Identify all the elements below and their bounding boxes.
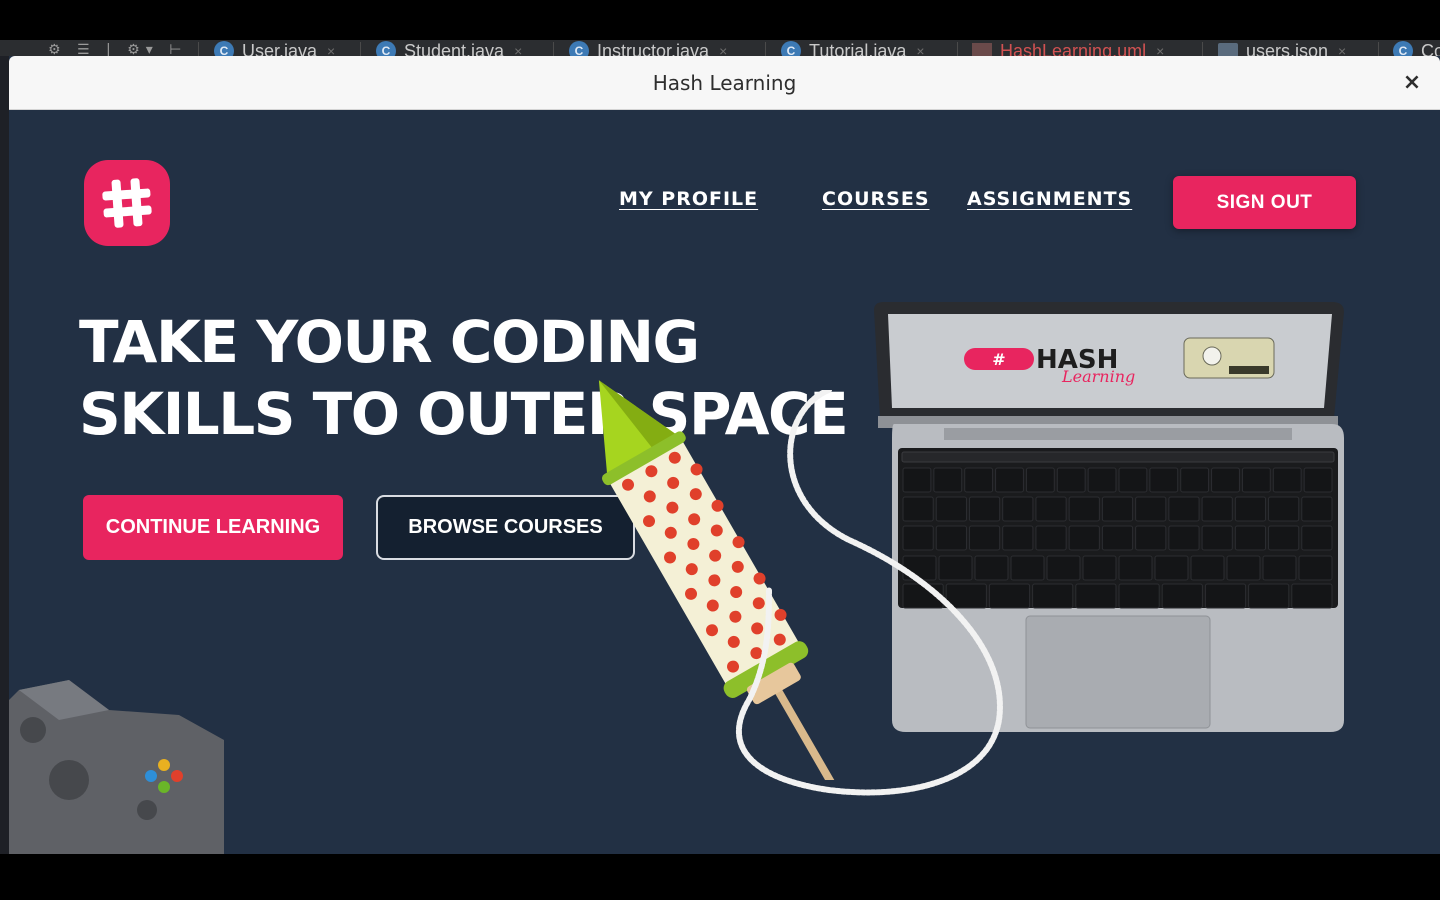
background-ide-edge (0, 56, 9, 856)
ide-tab-separator (957, 42, 958, 56)
ide-tab-separator (765, 42, 766, 56)
ide-tab-label: Instructor.java (597, 40, 710, 57)
close-icon[interactable]: × (327, 43, 335, 56)
hashtag-icon (102, 178, 152, 228)
ide-tab[interactable]: C Student.java × (376, 40, 522, 56)
class-icon: C (569, 41, 589, 56)
nav-my-profile[interactable]: MY PROFILE (619, 188, 758, 210)
landing-page: MY PROFILE COURSES ASSIGNMENTS SIGN OUT … (9, 110, 1440, 854)
window-title: Hash Learning (652, 71, 797, 95)
ide-tab-separator (360, 42, 361, 56)
ide-tab-label: Tutorial.java (809, 40, 907, 57)
class-icon: C (376, 41, 396, 56)
ide-tab[interactable]: C Instructor.java × (569, 40, 727, 56)
ide-tab[interactable]: C Tutorial.java × (781, 40, 925, 56)
continue-learning-button[interactable]: CONTINUE LEARNING (83, 495, 343, 560)
nav-courses[interactable]: COURSES (822, 188, 930, 210)
close-icon[interactable]: × (514, 43, 522, 56)
window-close-button[interactable]: × (1398, 69, 1426, 97)
ide-tab[interactable]: C User.java × (214, 40, 335, 56)
ide-tab-separator (1202, 42, 1203, 56)
ide-toolbar-icons: ⚙ ☰ | ⚙▾ ⊢ (48, 42, 188, 56)
window-titlebar: Hash Learning × (9, 56, 1440, 110)
class-icon: C (781, 41, 801, 56)
nav-assignments[interactable]: ASSIGNMENTS (967, 188, 1132, 210)
ide-tab-bar: ⚙ ☰ | ⚙▾ ⊢ C User.java × C Student.java … (0, 40, 1440, 56)
json-file-icon (1218, 43, 1238, 56)
ide-tab[interactable]: C Co (1393, 40, 1440, 56)
ide-tab-label: Co (1421, 40, 1440, 57)
close-icon[interactable]: × (719, 43, 727, 56)
close-icon[interactable]: × (1338, 43, 1346, 56)
gamepad-illustration (9, 680, 224, 854)
close-icon[interactable]: × (1156, 43, 1164, 56)
fuse-cord-illustration (735, 390, 1003, 796)
ide-tab[interactable]: HashLearning.uml × (972, 40, 1164, 56)
laptop-brand-script: Learning (1061, 367, 1135, 386)
ide-tab-separator (1378, 42, 1379, 56)
ide-tab[interactable]: users.json × (1218, 40, 1346, 56)
sign-out-button[interactable]: SIGN OUT (1173, 176, 1356, 229)
app-window: Hash Learning × MY PROFILE COURSES ASSIG… (9, 56, 1440, 854)
ide-tab-label: User.java (242, 40, 318, 57)
ide-tab-separator (553, 42, 554, 56)
ide-tab-label: HashLearning.uml (1000, 40, 1147, 57)
class-icon: C (214, 41, 234, 56)
close-icon[interactable]: × (916, 43, 924, 56)
ide-tab-label: Student.java (404, 40, 505, 57)
logo[interactable] (84, 160, 170, 246)
background-ide: ⚙ ☰ | ⚙▾ ⊢ C User.java × C Student.java … (0, 0, 1440, 56)
ide-tab-separator (198, 42, 199, 56)
svg-text:#: # (992, 350, 1005, 369)
ide-tab-label: users.json (1246, 40, 1329, 57)
class-icon: C (1393, 41, 1413, 56)
bottom-bar (0, 854, 1440, 900)
uml-icon (972, 43, 992, 56)
